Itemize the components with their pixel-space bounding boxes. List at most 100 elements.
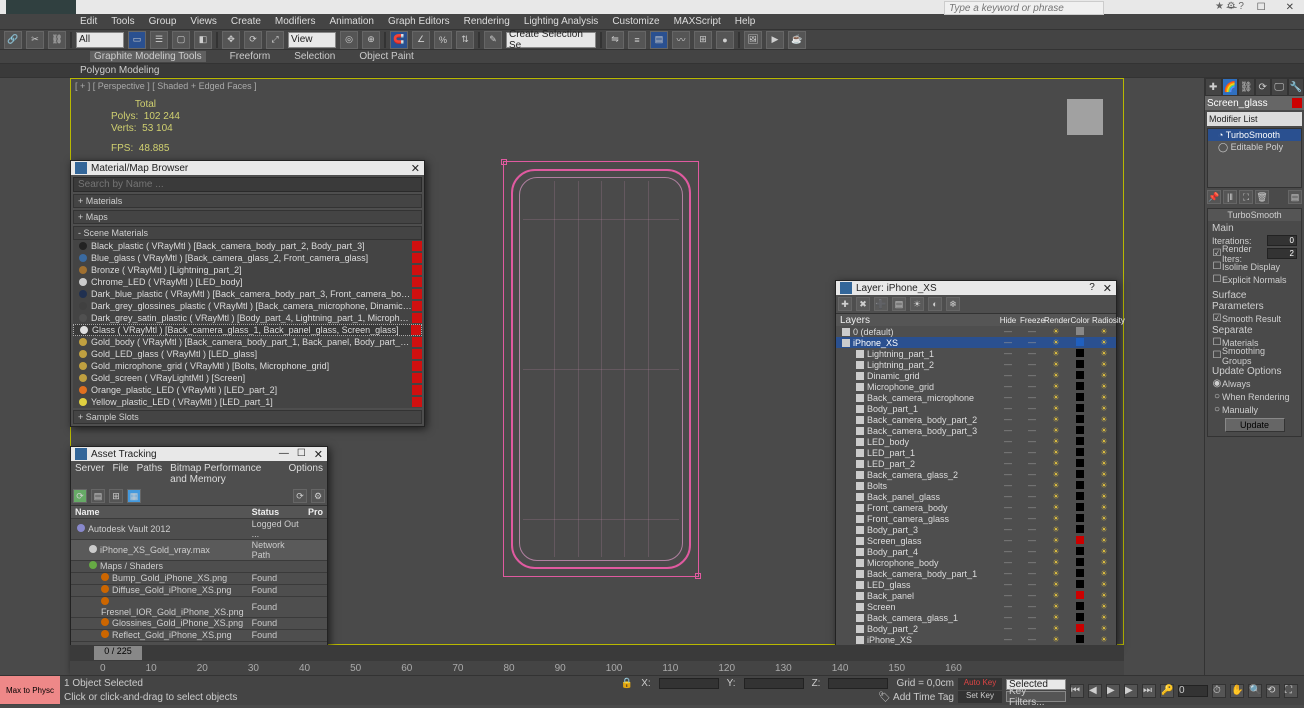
menu-views[interactable]: Views	[190, 16, 217, 27]
render-iters-spinner[interactable]	[1267, 248, 1297, 259]
material-list[interactable]: Black_plastic ( VRayMtl ) [Back_camera_b…	[73, 240, 422, 408]
material-item[interactable]: Gold_screen ( VRayLightMtl ) [Screen]	[73, 372, 422, 384]
tab-modify-icon[interactable]: 🌈	[1222, 78, 1239, 96]
selection-filter-dropdown[interactable]: All	[76, 32, 124, 48]
layer-row[interactable]: Lightning_part_1——☀☀	[836, 348, 1116, 359]
ref-coord-dropdown[interactable]: View	[288, 32, 336, 48]
maximize-icon[interactable]: ☐	[297, 448, 306, 461]
modifier-stack-item[interactable]: ◔ TurboSmooth	[1208, 129, 1301, 141]
layer-row[interactable]: Screen_glass——☀☀	[836, 535, 1116, 546]
layers-icon[interactable]: ▤	[650, 31, 668, 49]
curve-editor-icon[interactable]: 〰	[672, 31, 690, 49]
window-crossing-icon[interactable]: ◧	[194, 31, 212, 49]
snap-icon[interactable]: 🧲	[390, 31, 408, 49]
smooth-result-checkbox[interactable]: ☑	[1212, 313, 1222, 324]
select-name-icon[interactable]: ☰	[150, 31, 168, 49]
panel-close-button[interactable]: ✕	[411, 162, 420, 175]
time-slider-thumb[interactable]: 0 / 225	[94, 646, 142, 660]
layer-row[interactable]: Microphone_body——☀☀	[836, 557, 1116, 568]
column-status[interactable]: Status	[248, 506, 304, 518]
delete-layer-icon[interactable]: ✖	[856, 297, 870, 311]
remove-mod-icon[interactable]: 🗑	[1255, 190, 1269, 204]
panel-titlebar[interactable]: Material/Map Browser ✕	[71, 161, 424, 175]
object-name-field[interactable]: Screen_glass	[1205, 96, 1304, 110]
command-panel-tabs[interactable]: ✚ 🌈 ⛓ ⟳ 🖵 🔧	[1205, 78, 1304, 96]
layer-row[interactable]: iPhone_XS——☀☀	[836, 337, 1116, 348]
named-selection-dropdown[interactable]: Create Selection Se	[506, 32, 596, 48]
tab-motion-icon[interactable]: ⟳	[1255, 78, 1272, 96]
scale-icon[interactable]: ⤢	[266, 31, 284, 49]
rollout-title[interactable]: TurboSmooth	[1208, 209, 1301, 221]
update-render-radio[interactable]: ○	[1212, 391, 1222, 402]
pivot-icon[interactable]: ◎	[340, 31, 358, 49]
transform-x-input[interactable]	[659, 678, 719, 689]
isoline-checkbox[interactable]: ☐	[1212, 261, 1222, 272]
explicit-checkbox[interactable]: ☐	[1212, 274, 1222, 285]
material-item[interactable]: Blue_glass ( VRayMtl ) [Back_camera_glas…	[73, 252, 422, 264]
material-map-browser-panel[interactable]: Material/Map Browser ✕ + Materials + Map…	[70, 160, 425, 427]
goto-end-icon[interactable]: ⏭	[1142, 684, 1156, 698]
settings-icon[interactable]: ⚙	[311, 489, 325, 503]
layer-list[interactable]: 0 (default)——☀☀iPhone_XS——☀☀Lightning_pa…	[836, 326, 1116, 645]
layer-row[interactable]: Body_part_1——☀☀	[836, 403, 1116, 414]
time-slider[interactable]: 0 / 225	[70, 645, 1124, 661]
select-rect-icon[interactable]: ▢	[172, 31, 190, 49]
add-to-layer-icon[interactable]: ➕	[874, 297, 888, 311]
turbosmooth-rollout[interactable]: TurboSmooth Main Iterations: ☑Render Ite…	[1207, 208, 1302, 437]
help-icon[interactable]: ?	[1089, 282, 1095, 295]
ribbon-tabs[interactable]: Graphite Modeling ToolsFreeformSelection…	[0, 50, 1304, 64]
layer-row[interactable]: Screen——☀☀	[836, 601, 1116, 612]
render-iters-checkbox[interactable]: ☑	[1212, 248, 1222, 259]
material-item[interactable]: Dark_blue_plastic ( VRayMtl ) [Back_came…	[73, 288, 422, 300]
tree-icon[interactable]: ⊞	[109, 489, 123, 503]
bind-icon[interactable]: ⛓	[48, 31, 66, 49]
asset-row[interactable]: Bump_Gold_iPhone_XS.pngFound	[71, 572, 327, 584]
layer-row[interactable]: Dinamic_grid——☀☀	[836, 370, 1116, 381]
at-menu-item[interactable]: Bitmap Performance and Memory	[170, 463, 280, 485]
goto-start-icon[interactable]: ⏮	[1070, 684, 1084, 698]
modifier-stack-buttons[interactable]: 📌 |‖ ⛶ 🗑 ▤	[1207, 190, 1302, 204]
layer-manager-panel[interactable]: Layer: iPhone_XS ?✕ ✚ ✖ ➕ ▤ ☀ ◐ ❄ Layers…	[835, 280, 1117, 646]
sep-materials-checkbox[interactable]: ☐	[1212, 337, 1222, 348]
key-mode-icon[interactable]: 🔑	[1160, 684, 1174, 698]
iterations-spinner[interactable]	[1267, 235, 1297, 246]
panel-close-button[interactable]: ✕	[1103, 282, 1112, 295]
material-item[interactable]: Glass ( VRayMtl ) [Back_camera_glass_1, …	[73, 324, 422, 336]
section-maps[interactable]: + Maps	[73, 210, 422, 224]
layer-row[interactable]: 0 (default)——☀☀	[836, 326, 1116, 337]
menu-animation[interactable]: Animation	[329, 16, 373, 27]
modifier-stack-item[interactable]: ◯ Editable Poly	[1208, 141, 1301, 153]
prev-frame-icon[interactable]: ◀	[1088, 684, 1102, 698]
tab-display-icon[interactable]: 🖵	[1271, 78, 1288, 96]
update-manual-radio[interactable]: ○	[1212, 404, 1222, 415]
new-layer-icon[interactable]: ✚	[838, 297, 852, 311]
render-icon[interactable]: ☕	[788, 31, 806, 49]
layer-row[interactable]: Front_camera_glass——☀☀	[836, 513, 1116, 524]
at-menu-item[interactable]: File	[112, 463, 128, 485]
angle-snap-icon[interactable]: ∠	[412, 31, 430, 49]
layer-toolbar[interactable]: ✚ ✖ ➕ ▤ ☀ ◐ ❄	[836, 295, 1116, 314]
maxscript-listener[interactable]: Max to Physc	[0, 676, 60, 704]
modifier-stack[interactable]: ◔ TurboSmooth◯ Editable Poly	[1207, 128, 1302, 188]
layer-row[interactable]: Back_camera_body_part_1——☀☀	[836, 568, 1116, 579]
material-item[interactable]: Chrome_LED ( VRayMtl ) [LED_body]	[73, 276, 422, 288]
menu-maxscript[interactable]: MAXScript	[674, 16, 721, 27]
highlight-icon[interactable]: ▦	[127, 489, 141, 503]
asset-row[interactable]: Reflect_Gold_iPhone_XS.pngFound	[71, 629, 327, 641]
sep-smoothing-checkbox[interactable]: ☐	[1212, 350, 1222, 361]
nav-orbit-icon[interactable]: ⟲	[1266, 684, 1280, 698]
asset-row[interactable]: Autodesk Vault 2012Logged Out ...	[71, 518, 327, 539]
material-item[interactable]: Gold_LED_glass ( VRayMtl ) [LED_glass]	[73, 348, 422, 360]
menu-customize[interactable]: Customize	[612, 16, 659, 27]
layer-row[interactable]: LED_part_1——☀☀	[836, 447, 1116, 458]
section-materials[interactable]: + Materials	[73, 194, 422, 208]
material-editor-icon[interactable]: ●	[716, 31, 734, 49]
manipulate-icon[interactable]: ⊕	[362, 31, 380, 49]
autokey-button[interactable]: Auto Key	[958, 678, 1002, 690]
percent-snap-icon[interactable]: %	[434, 31, 452, 49]
show-end-icon[interactable]: |‖	[1223, 190, 1237, 204]
nav-zoom-icon[interactable]: 🔍	[1248, 684, 1262, 698]
menu-group[interactable]: Group	[149, 16, 177, 27]
layer-row[interactable]: Microphone_grid——☀☀	[836, 381, 1116, 392]
unique-icon[interactable]: ⛶	[1239, 190, 1253, 204]
